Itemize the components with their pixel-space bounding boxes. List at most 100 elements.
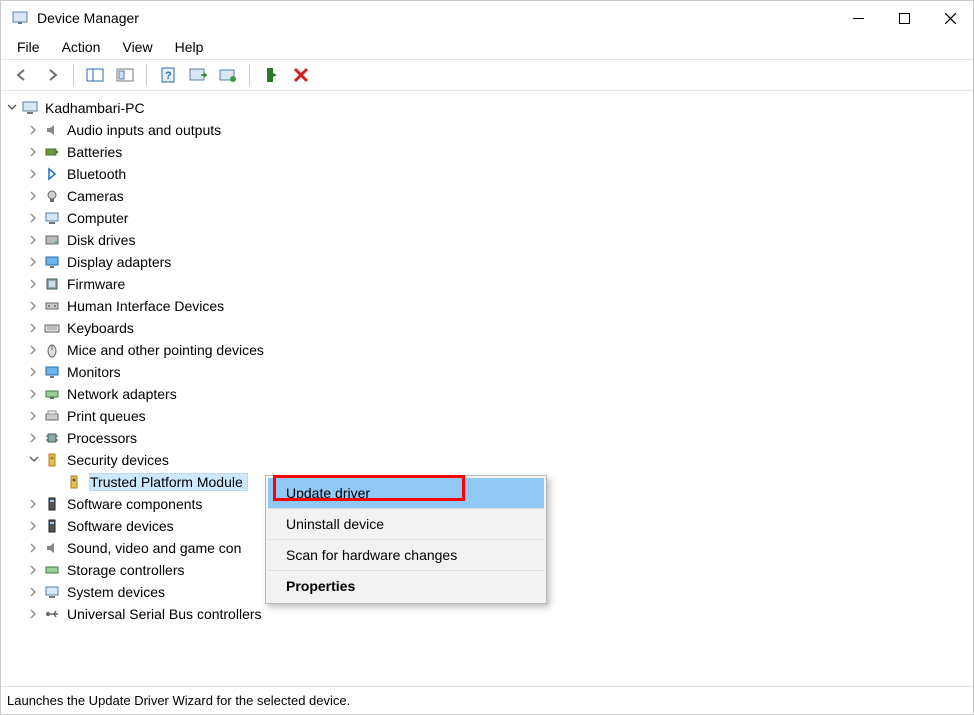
category-icon	[43, 561, 61, 579]
expander-icon[interactable]	[27, 167, 41, 181]
ctx-uninstall-device[interactable]: Uninstall device	[268, 509, 544, 540]
tree-category-node[interactable]: Computer	[27, 207, 969, 229]
expander-icon[interactable]	[5, 101, 19, 115]
category-icon	[43, 605, 61, 623]
expander-icon[interactable]	[27, 255, 41, 269]
category-icon	[43, 319, 61, 337]
category-icon	[43, 407, 61, 425]
ctx-properties[interactable]: Properties	[268, 571, 544, 601]
tree-category-node[interactable]: Keyboards	[27, 317, 969, 339]
expander-icon[interactable]	[27, 607, 41, 621]
expander-icon[interactable]	[27, 189, 41, 203]
tree-category-node[interactable]: Batteries	[27, 141, 969, 163]
expander-icon[interactable]	[27, 277, 41, 291]
category-icon	[43, 297, 61, 315]
toolbar-separator	[73, 64, 74, 86]
category-icon	[43, 429, 61, 447]
expander-icon[interactable]	[27, 541, 41, 555]
expander-icon[interactable]	[27, 519, 41, 533]
tree-category-node[interactable]: Processors	[27, 427, 969, 449]
expander-icon[interactable]	[27, 365, 41, 379]
menu-action[interactable]: Action	[52, 37, 111, 57]
category-icon	[43, 363, 61, 381]
forward-button[interactable]	[39, 62, 65, 88]
menu-view[interactable]: View	[112, 37, 162, 57]
expander-icon[interactable]	[27, 453, 41, 467]
tree-category-label: Processors	[67, 430, 137, 446]
tree-category-node[interactable]: Audio inputs and outputs	[27, 119, 969, 141]
tree-category-node[interactable]: Mice and other pointing devices	[27, 339, 969, 361]
category-icon	[43, 451, 61, 469]
expander-icon[interactable]	[27, 211, 41, 225]
expander-icon[interactable]	[27, 431, 41, 445]
spacer	[49, 475, 63, 489]
tree-category-node[interactable]: Human Interface Devices	[27, 295, 969, 317]
tpm-device-icon	[65, 473, 83, 491]
device-tree[interactable]: Kadhambari-PC Audio inputs and outputsBa…	[1, 91, 973, 686]
tree-category-node[interactable]: Display adapters	[27, 251, 969, 273]
category-icon	[43, 539, 61, 557]
expander-icon[interactable]	[27, 585, 41, 599]
ctx-scan-hardware[interactable]: Scan for hardware changes	[268, 540, 544, 571]
tree-category-label: Bluetooth	[67, 166, 126, 182]
category-icon	[43, 385, 61, 403]
tree-category-label: Cameras	[67, 188, 124, 204]
close-button[interactable]	[927, 1, 973, 35]
expander-icon[interactable]	[27, 123, 41, 137]
tree-category-node[interactable]: Universal Serial Bus controllers	[27, 603, 969, 625]
tree-category-node[interactable]: Print queues	[27, 405, 969, 427]
minimize-button[interactable]	[835, 1, 881, 35]
tree-category-node[interactable]: Firmware	[27, 273, 969, 295]
enable-device-button[interactable]	[258, 62, 284, 88]
expander-icon[interactable]	[27, 387, 41, 401]
device-manager-icon	[11, 9, 29, 27]
status-bar: Launches the Update Driver Wizard for th…	[1, 686, 973, 714]
tree-category-node[interactable]: Monitors	[27, 361, 969, 383]
tree-category-label: Print queues	[67, 408, 146, 424]
tree-category-label: Sound, video and game con	[67, 540, 241, 556]
category-icon	[43, 209, 61, 227]
toolbar: ?	[1, 59, 973, 91]
svg-text:?: ?	[165, 70, 172, 82]
tree-category-label: Universal Serial Bus controllers	[67, 606, 262, 622]
expander-icon[interactable]	[27, 497, 41, 511]
window-title: Device Manager	[37, 10, 139, 26]
tree-category-label: Mice and other pointing devices	[67, 342, 264, 358]
tree-category-label: Human Interface Devices	[67, 298, 224, 314]
window-controls	[835, 1, 973, 35]
show-hide-tree-button[interactable]	[82, 62, 108, 88]
expander-icon[interactable]	[27, 299, 41, 313]
tree-category-label: Batteries	[67, 144, 122, 160]
expander-icon[interactable]	[27, 233, 41, 247]
toolbar-separator	[249, 64, 250, 86]
tree-category-node[interactable]: Cameras	[27, 185, 969, 207]
expander-icon[interactable]	[27, 409, 41, 423]
uninstall-device-button[interactable]	[288, 62, 314, 88]
update-driver-toolbar-button[interactable]	[215, 62, 241, 88]
tree-category-label: Software devices	[67, 518, 174, 534]
expander-icon[interactable]	[27, 145, 41, 159]
back-button[interactable]	[9, 62, 35, 88]
help-action-button[interactable]	[112, 62, 138, 88]
title-bar: Device Manager	[1, 1, 973, 35]
category-icon	[43, 253, 61, 271]
maximize-button[interactable]	[881, 1, 927, 35]
menu-help[interactable]: Help	[165, 37, 214, 57]
category-icon	[43, 121, 61, 139]
category-icon	[43, 517, 61, 535]
tree-category-node[interactable]: Network adapters	[27, 383, 969, 405]
expander-icon[interactable]	[27, 343, 41, 357]
tree-category-node[interactable]: Bluetooth	[27, 163, 969, 185]
scan-hardware-button[interactable]	[185, 62, 211, 88]
tree-category-node[interactable]: Disk drives	[27, 229, 969, 251]
expander-icon[interactable]	[27, 321, 41, 335]
tree-category-label: Monitors	[67, 364, 121, 380]
expander-icon[interactable]	[27, 563, 41, 577]
computer-icon	[21, 99, 39, 117]
help-toolbar-button[interactable]: ?	[155, 62, 181, 88]
category-icon	[43, 495, 61, 513]
tree-category-label: Software components	[67, 496, 202, 512]
ctx-update-driver[interactable]: Update driver	[268, 478, 544, 509]
category-icon	[43, 341, 61, 359]
menu-file[interactable]: File	[7, 37, 50, 57]
